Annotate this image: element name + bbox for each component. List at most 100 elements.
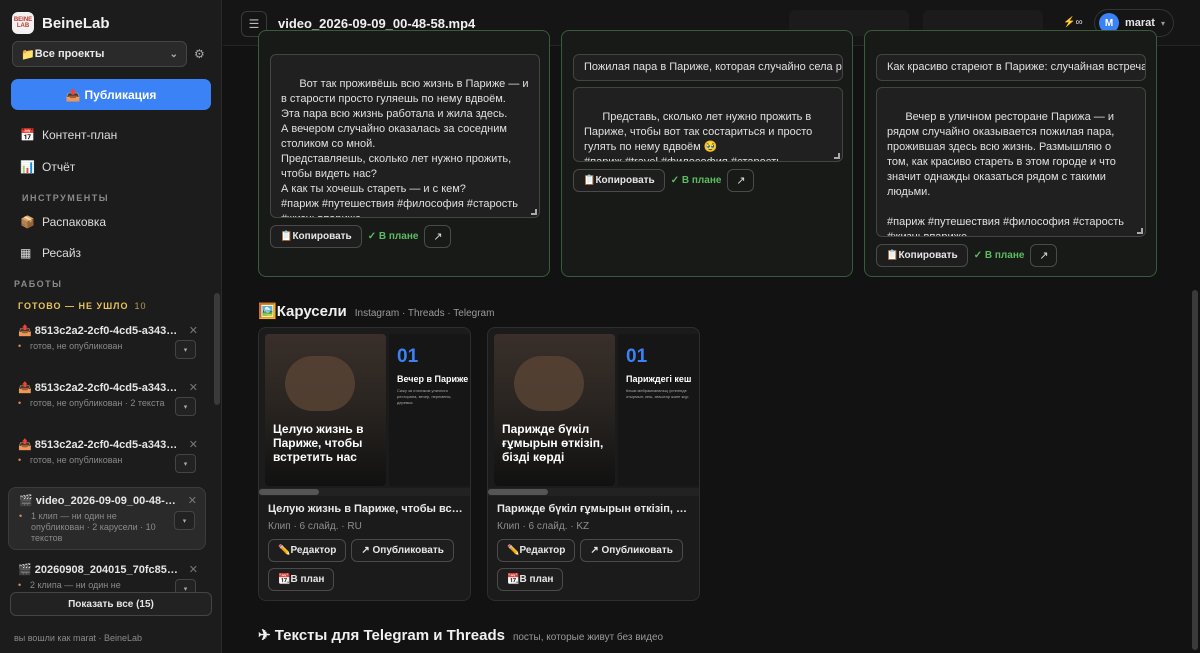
menu-icon: ☰ (248, 17, 260, 31)
work-menu-button[interactable]: ▾ (175, 340, 196, 359)
carousel-scrollbar[interactable] (259, 488, 470, 496)
slide-heading: Париждегі кеш (626, 374, 692, 384)
carousel-meta: Клип · 6 слайд. · RU (268, 521, 362, 532)
work-menu-button[interactable]: ▾ (174, 511, 195, 530)
post-text-area[interactable]: Представь, сколько лет нужно прожить в П… (573, 87, 843, 162)
calendar-icon: 📅 (20, 128, 35, 142)
chart-icon: 📊 (20, 160, 35, 174)
in-plan-status: ✓ В плане (367, 231, 419, 242)
copy-button[interactable]: 📋Копировать (270, 225, 362, 248)
work-menu-button[interactable]: ▾ (175, 454, 196, 473)
work-menu-button[interactable]: ▾ (175, 579, 196, 593)
open-external-button[interactable]: ↗ (424, 225, 452, 248)
post-actions: 📋Копировать ✓ В плане ↗ (876, 244, 1058, 267)
outbox-icon: 📤 (18, 439, 32, 451)
outbox-icon: 📤 (18, 382, 32, 394)
scrollbar-thumb[interactable] (259, 489, 319, 495)
slide-caption: Целую жизнь в Париже, чтобы встретить на… (273, 422, 364, 464)
work-title: 📤 8513c2a2-2cf0-4cd5-a343… (18, 382, 178, 394)
gear-icon[interactable]: ⚙ (194, 47, 205, 61)
work-meta: 1 клип — ни один не опубликован · 2 кару… (19, 511, 169, 544)
resize-handle[interactable] (531, 209, 537, 215)
clapper-icon: 🎬 (19, 495, 33, 507)
ready-group-label[interactable]: ГОТОВО — НЕ УШЛО 10 (18, 301, 147, 311)
outbox-icon: 📤 (65, 87, 81, 102)
work-item-active[interactable]: 🎬 video_2026-09-09_00-48-… ✕ 1 клип — ни… (8, 487, 206, 550)
brand-logo: BEINE LAB (12, 12, 34, 34)
editor-button[interactable]: ✏️Редактор (268, 539, 347, 562)
work-item[interactable]: 📤 8513c2a2-2cf0-4cd5-a343… ✕ готов, не о… (8, 375, 206, 425)
editor-button[interactable]: ✏️Редактор (497, 539, 576, 562)
close-icon[interactable]: ✕ (189, 381, 198, 394)
resize-handle[interactable] (1137, 228, 1143, 234)
project-select-value: Все проекты (34, 48, 105, 60)
sidebar-item-label: Контент-план (42, 128, 118, 142)
work-title: 📤 8513c2a2-2cf0-4cd5-a343… (18, 439, 178, 451)
carousel-slides[interactable]: Целую жизнь в Париже, чтобы встретить на… (265, 334, 470, 486)
work-item[interactable]: 📤 8513c2a2-2cf0-4cd5-a343… ✕ готов, не о… (8, 318, 206, 368)
work-menu-button[interactable]: ▾ (175, 397, 196, 416)
carousel-plan-wrap: 📆В план (268, 568, 335, 591)
post-card: Как красиво стареют в Париже: случайная … (864, 30, 1157, 277)
resize-handle[interactable] (834, 153, 840, 159)
publish-button[interactable]: 📤 Публикация (11, 79, 211, 110)
sidebar-item-label: Отчёт (42, 160, 76, 174)
sidebar-item-unpacking[interactable]: 📦 Распаковка (20, 215, 106, 229)
sidebar-item-report[interactable]: 📊 Отчёт (20, 160, 75, 174)
in-plan-status: ✓ В плане (973, 250, 1025, 261)
post-actions: 📋Копировать ✓ В плане ↗ (270, 225, 452, 248)
close-icon[interactable]: ✕ (188, 494, 197, 507)
open-external-button[interactable]: ↗ (727, 169, 755, 192)
sidebar-item-content-plan[interactable]: 📅 Контент-план (20, 128, 117, 142)
photo-placeholder (285, 356, 355, 411)
slide-body: Сижу за столиком уличного ресторана, веч… (397, 388, 452, 405)
open-external-button[interactable]: ↗ (1030, 244, 1058, 267)
brand[interactable]: BEINE LAB BeineLab (12, 12, 110, 34)
carousel-slides[interactable]: Парижде бүкіл ғұмырын өткізіп, бізді көр… (494, 334, 699, 486)
clapper-icon: 🎬 (18, 564, 32, 576)
close-icon[interactable]: ✕ (189, 563, 198, 576)
post-text-area[interactable]: Вечер в уличном ресторане Парижа — и ряд… (876, 87, 1146, 237)
chevron-down-icon: ⌄ (169, 48, 178, 60)
carousel-actions: ✏️Редактор ↗ Опубликовать (268, 539, 454, 562)
scrollbar-thumb[interactable] (488, 489, 548, 495)
ready-group-title: ГОТОВО — НЕ УШЛО (18, 301, 129, 311)
carousel-scrollbar[interactable] (488, 488, 699, 496)
work-title: 🎬 video_2026-09-09_00-48-… (19, 495, 176, 507)
main-scrollbar[interactable] (1192, 290, 1198, 650)
copy-button[interactable]: 📋Копировать (876, 244, 968, 267)
work-title: 📤 8513c2a2-2cf0-4cd5-a343… (18, 325, 178, 337)
publish-carousel-button[interactable]: ↗ Опубликовать (580, 539, 683, 562)
add-to-plan-button[interactable]: 📆В план (497, 568, 564, 591)
paper-plane-icon: ✈ (258, 627, 271, 644)
post-card: Пожилая пара в Париже, которая случайно … (561, 30, 853, 277)
brand-name: BeineLab (42, 14, 110, 32)
close-icon[interactable]: ✕ (189, 324, 198, 337)
work-meta: готов, не опубликован · 2 текста (18, 398, 168, 409)
post-title-input[interactable]: Как красиво стареют в Париже: случайная … (876, 54, 1146, 81)
copy-button[interactable]: 📋Копировать (573, 169, 665, 192)
show-all-button[interactable]: Показать все (15) (10, 592, 212, 616)
sidebar-scrollbar[interactable] (214, 293, 220, 405)
close-icon[interactable]: ✕ (189, 438, 198, 451)
carousels-section-title: 🖼️Карусели (258, 303, 347, 320)
carousel-plan-wrap: 📆В план (497, 568, 564, 591)
outbox-icon: 📤 (18, 325, 32, 337)
credits-indicator[interactable]: ⚡∞ (1063, 17, 1083, 28)
carousel-card: Парижде бүкіл ғұмырын өткізіп, бізді көр… (487, 327, 700, 601)
add-to-plan-button[interactable]: 📆В план (268, 568, 335, 591)
post-title-input[interactable]: Пожилая пара в Париже, которая случайно … (573, 54, 843, 81)
publish-button-label: Публикация (84, 87, 157, 102)
sidebar-item-resize[interactable]: ▦ Ресайз (20, 246, 81, 260)
user-name: marat (1125, 17, 1155, 29)
slide-number: 01 (626, 346, 648, 367)
work-item[interactable]: 🎬 20260908_204015_70fc85… ✕ 2 клипа — ни… (8, 557, 206, 593)
folder-icon: 📁 (21, 48, 35, 61)
post-text: Вечер в уличном ресторане Парижа — и ряд… (887, 111, 1125, 237)
work-item[interactable]: 📤 8513c2a2-2cf0-4cd5-a343… ✕ готов, не о… (8, 432, 206, 482)
project-select[interactable]: 📁 Все проекты ⌄ (12, 41, 187, 67)
publish-carousel-button[interactable]: ↗ Опубликовать (351, 539, 454, 562)
texts-section-header: ✈ Тексты для Telegram и Threads посты, к… (258, 626, 663, 644)
post-text-area[interactable]: Вот так проживёшь всю жизнь в Париже — и… (270, 54, 540, 218)
slide-heading: Вечер в Париже (397, 374, 469, 384)
